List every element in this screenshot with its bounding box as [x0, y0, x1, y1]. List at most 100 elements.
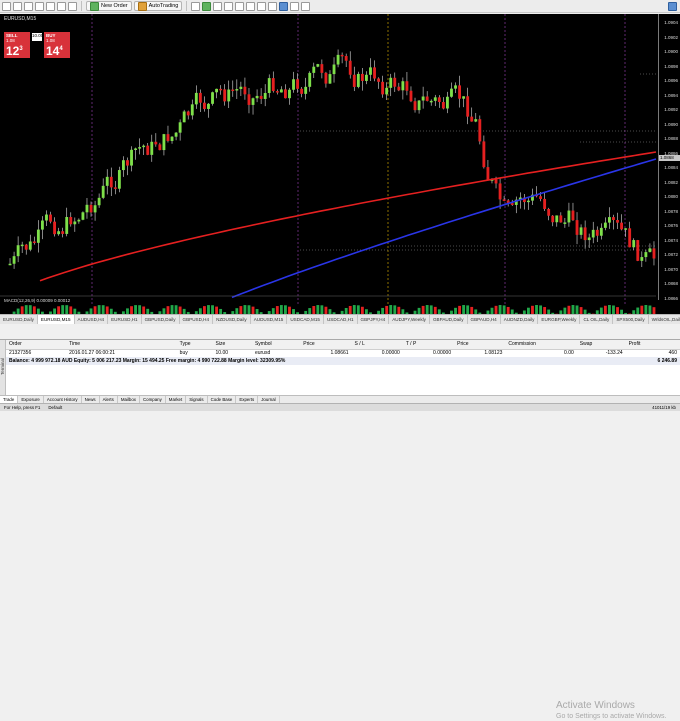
chart-tab[interactable]: GBPUSD,Daily [142, 315, 180, 324]
chart-tab[interactable]: NZDUSD,Daily [213, 315, 251, 324]
orders-column-header[interactable]: Symbol [252, 340, 300, 349]
chart-window[interactable]: MACD(12,26,9) 0.00009 0.00012 EURUSD,M15… [0, 14, 680, 314]
chart-shift-icon[interactable] [268, 2, 277, 11]
orders-column-header[interactable]: Order [6, 340, 66, 349]
orders-column-header[interactable]: Price [300, 340, 351, 349]
sell-button[interactable]: SELL 1.08 123 [4, 32, 30, 58]
chart-tab[interactable]: USDCAD,M15 [287, 315, 324, 324]
candle-body [584, 227, 587, 240]
buy-button[interactable]: BUY 1.08 144 [44, 32, 70, 58]
new-order-button[interactable]: New Order [86, 1, 132, 11]
profiles-icon[interactable] [13, 2, 22, 11]
price-axis-label: 1.0904 [664, 20, 678, 25]
candle-body [163, 134, 166, 150]
candle-body [37, 230, 40, 243]
toolbar-separator [186, 1, 187, 11]
candle-body [551, 216, 554, 222]
data-window-icon[interactable] [35, 2, 44, 11]
macd-bar [539, 305, 542, 314]
macd-bar [325, 307, 328, 314]
chart-tab[interactable]: USDCAD,H1 [324, 315, 358, 324]
candle-body [130, 150, 133, 166]
table-row[interactable]: 213273562016.01.27 06:00:21buy10.00eurus… [6, 349, 680, 357]
chart-tab[interactable]: SPX500,Daily [613, 315, 648, 324]
orders-column-header[interactable]: Commission [505, 340, 576, 349]
chart-tab[interactable]: CL OIL,Daily [580, 315, 613, 324]
terminal-tab[interactable]: Experts [236, 396, 258, 403]
new-chart-icon[interactable] [2, 2, 11, 11]
macd-bar [239, 306, 242, 314]
price-chart[interactable]: MACD(12,26,9) 0.00009 0.00012 [0, 14, 680, 314]
chart-tab[interactable]: GBPUSD,H4 [180, 315, 214, 324]
terminal-icon[interactable] [57, 2, 66, 11]
macd-bar [353, 305, 356, 314]
terminal-tab[interactable]: Journal [258, 396, 279, 403]
chart-tab[interactable]: GBPAUD,H4 [468, 315, 501, 324]
chart-tab[interactable]: AUDUSD,H4 [75, 315, 109, 324]
terminal-tab[interactable]: Market [166, 396, 186, 403]
periods-icon[interactable] [290, 2, 299, 11]
terminal-tab[interactable]: Code Base [208, 396, 237, 403]
orders-column-header[interactable]: Type [177, 340, 213, 349]
macd-bar [138, 305, 141, 314]
strategy-tester-icon[interactable] [68, 2, 77, 11]
autoscroll-icon[interactable] [257, 2, 266, 11]
orders-column-header[interactable]: Profit [626, 340, 680, 349]
terminal-tab[interactable]: Exposure [18, 396, 44, 403]
terminal-tab[interactable]: Company [140, 396, 166, 403]
orders-column-header[interactable]: Price [454, 340, 505, 349]
market-watch-icon[interactable] [24, 2, 33, 11]
orders-column-header[interactable]: Size [213, 340, 252, 349]
chart-tab[interactable]: AUDNZD,Daily [501, 315, 539, 324]
price-axis-label: 1.0896 [664, 78, 678, 83]
candle-body [231, 90, 234, 92]
volume-input[interactable]: 10.00 [32, 33, 42, 41]
candle-body [138, 147, 141, 149]
macd-bar [284, 305, 287, 314]
indicators-icon[interactable] [279, 2, 288, 11]
candle-body [248, 94, 251, 105]
chart-tab[interactable]: GBPJPY,H4 [358, 315, 390, 324]
price-axis-label: 1.0900 [664, 49, 678, 54]
zoom-out-icon[interactable] [235, 2, 244, 11]
terminal-tab[interactable]: Trade [0, 396, 18, 403]
chart-tab[interactable]: EURGBP,Weekly [538, 315, 580, 324]
candle-body [223, 89, 226, 101]
zoom-in-icon[interactable] [224, 2, 233, 11]
candle-body [325, 73, 328, 84]
chart-tab[interactable]: AUDJPY,Weekly [389, 315, 430, 324]
chart-tab[interactable]: EURUSD,M15 [38, 315, 75, 324]
terminal-tab[interactable]: Account History [44, 396, 82, 403]
orders-column-header[interactable]: Swap [577, 340, 626, 349]
candle-body [397, 87, 400, 91]
search-icon[interactable] [668, 2, 677, 11]
terminal-tab[interactable]: Mailbox [118, 396, 140, 403]
bar-chart-icon[interactable] [191, 2, 200, 11]
orders-column-header[interactable]: T / P [403, 340, 454, 349]
chart-tab[interactable]: AUDUSD,M15 [251, 315, 288, 324]
terminal-tab[interactable]: Alerts [100, 396, 118, 403]
chart-tab[interactable]: WrldsOIL,Daily [649, 315, 680, 324]
terminal-tab[interactable]: News [82, 396, 100, 403]
chart-tab[interactable]: GBPAUD,Daily [430, 315, 468, 324]
navigator-icon[interactable] [46, 2, 55, 11]
table-cell: buy [177, 349, 213, 357]
candle-body [393, 78, 396, 87]
candle-body [106, 177, 109, 186]
templates-icon[interactable] [301, 2, 310, 11]
candle-body [616, 220, 619, 223]
candle-body [122, 160, 125, 170]
candlestick-icon[interactable] [202, 2, 211, 11]
chart-tab[interactable]: EURUSD,H1 [108, 315, 142, 324]
candle-body [146, 146, 149, 155]
chart-tab[interactable]: EURUSD,Daily [0, 315, 38, 324]
candle-body [175, 133, 178, 137]
autotrading-button[interactable]: AutoTrading [134, 1, 183, 11]
terminal-tab[interactable]: Signals [186, 396, 207, 403]
table-cell: 1.08123 [454, 349, 505, 357]
macd-bar [248, 305, 251, 314]
orders-column-header[interactable]: S / L [352, 340, 403, 349]
line-chart-icon[interactable] [213, 2, 222, 11]
tile-windows-icon[interactable] [246, 2, 255, 11]
orders-column-header[interactable]: Time [66, 340, 177, 349]
